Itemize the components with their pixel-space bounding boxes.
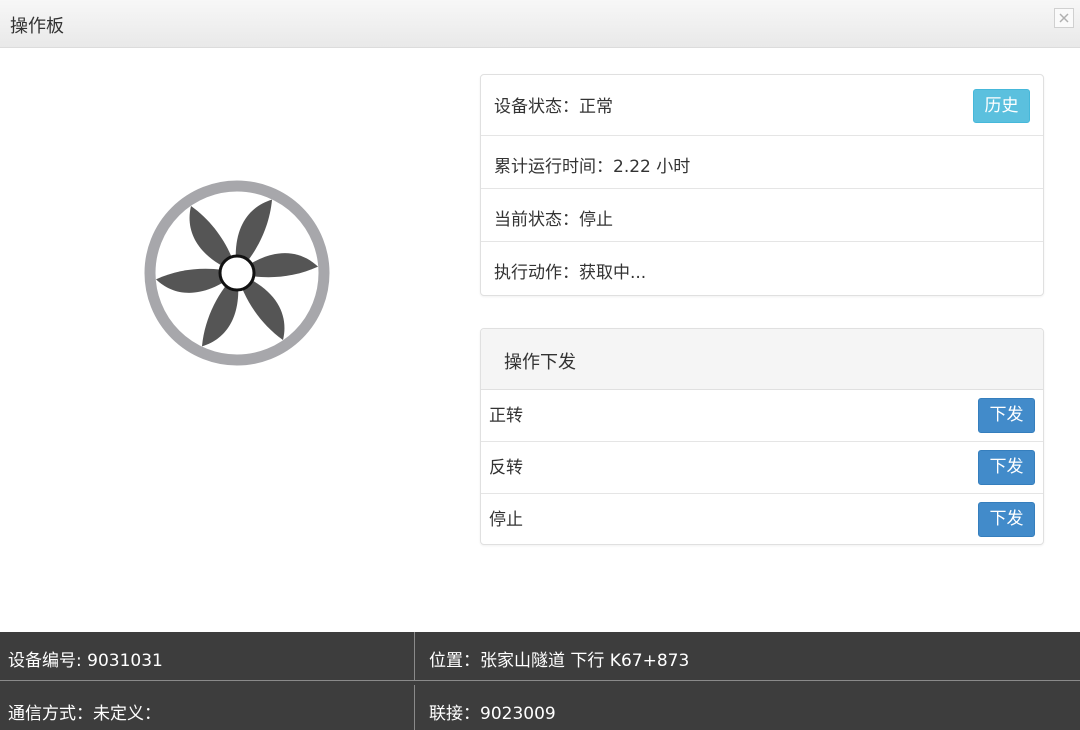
device-status-text: 设备状态：正常 (494, 97, 613, 117)
operations-title: 操作下发 (504, 352, 576, 373)
title-bar: 操作板 (0, 0, 1080, 48)
operations-header: 操作下发 (481, 329, 1043, 390)
device-id-text: 设备编号: 9031031 (8, 651, 163, 671)
current-status-text: 当前状态：停止 (494, 210, 613, 230)
device-status-panel: 设备状态：正常 历史 累计运行时间：2.22 小时 当前状态：停止 执行动作：获… (480, 74, 1044, 296)
operation-label: 反转 (489, 458, 523, 478)
operation-label: 正转 (489, 406, 523, 426)
history-button[interactable]: 历史 (973, 89, 1030, 123)
send-reverse-button[interactable]: 下发 (978, 450, 1035, 485)
action-text: 执行动作：获取中... (494, 263, 647, 283)
status-row-runtime: 累计运行时间：2.22 小时 (481, 136, 1043, 189)
comm-mode-text: 通信方式：未定义： (8, 704, 161, 724)
device-id-cell: 设备编号: 9031031 (0, 632, 414, 681)
location-text: 位置：张家山隧道 下行 K67+873 (429, 651, 690, 671)
runtime-text: 累计运行时间：2.22 小时 (494, 157, 691, 177)
status-row-device: 设备状态：正常 历史 (481, 75, 1043, 136)
window-title: 操作板 (10, 16, 64, 37)
fan-icon (140, 176, 334, 370)
send-stop-button[interactable]: 下发 (978, 502, 1035, 537)
send-forward-button[interactable]: 下发 (978, 398, 1035, 433)
operation-row-reverse: 反转 下发 (481, 442, 1043, 494)
operations-panel: 操作下发 正转 下发 反转 下发 停止 下发 (480, 328, 1044, 545)
location-cell: 位置：张家山隧道 下行 K67+873 (414, 632, 1080, 681)
link-cell: 联接：9023009 (414, 685, 1080, 730)
status-row-current: 当前状态：停止 (481, 189, 1043, 242)
operation-label: 停止 (489, 510, 523, 530)
operation-panel-window: 操作板 设备状态：正常 历史 累计运行时间：2.22 小时 当前状态：停止 执行… (0, 0, 1080, 730)
device-info-table: 设备编号: 9031031 位置：张家山隧道 下行 K67+873 通信方式：未… (0, 632, 1080, 730)
comm-mode-cell: 通信方式：未定义： (0, 685, 414, 730)
operation-row-forward: 正转 下发 (481, 390, 1043, 442)
close-icon[interactable] (1054, 8, 1074, 28)
status-row-action: 执行动作：获取中... (481, 242, 1043, 296)
link-text: 联接：9023009 (429, 704, 556, 724)
operation-row-stop: 停止 下发 (481, 494, 1043, 545)
